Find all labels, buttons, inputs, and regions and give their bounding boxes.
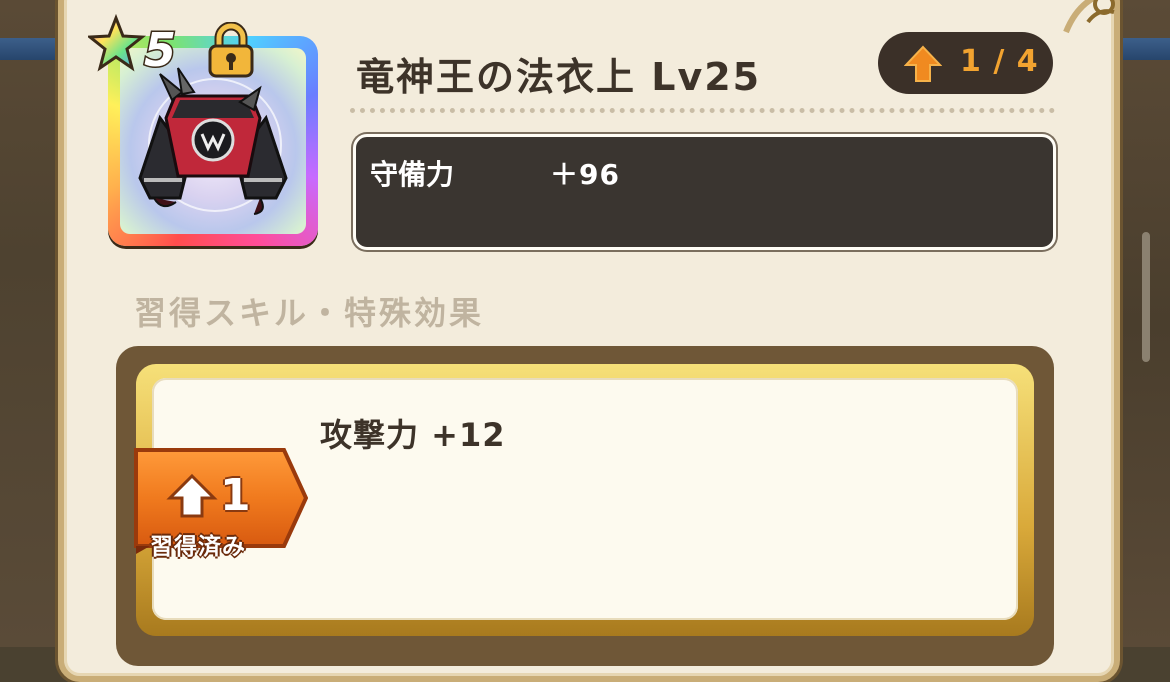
learned-status: 習得済み	[150, 534, 246, 560]
upgrade-count-badge: 1 / 4	[878, 32, 1053, 94]
scrollbar[interactable]	[1142, 232, 1150, 362]
stat-value-defense: ＋96	[550, 158, 620, 191]
background-stripe	[0, 38, 60, 60]
item-name: 竜神王の法衣上 Lv25	[356, 55, 762, 99]
section-heading: 習得スキル・特殊効果	[134, 294, 485, 332]
upgrade-count: 1 / 4	[960, 44, 1039, 79]
arrow-up-icon	[904, 45, 942, 82]
background-left	[0, 0, 60, 647]
rarity-number: 5	[144, 23, 176, 77]
ornament-corner-icon	[1063, 0, 1115, 34]
stats-box: 守備力 ＋96	[353, 134, 1056, 250]
rainbow-star-rarity-icon: 5	[88, 14, 178, 79]
learned-level: 1	[220, 470, 251, 521]
stat-label-defense: 守備力	[370, 158, 455, 191]
skill-effect: 攻撃力 +12	[320, 416, 506, 454]
divider	[350, 108, 1055, 113]
padlock-icon[interactable]	[206, 22, 256, 80]
